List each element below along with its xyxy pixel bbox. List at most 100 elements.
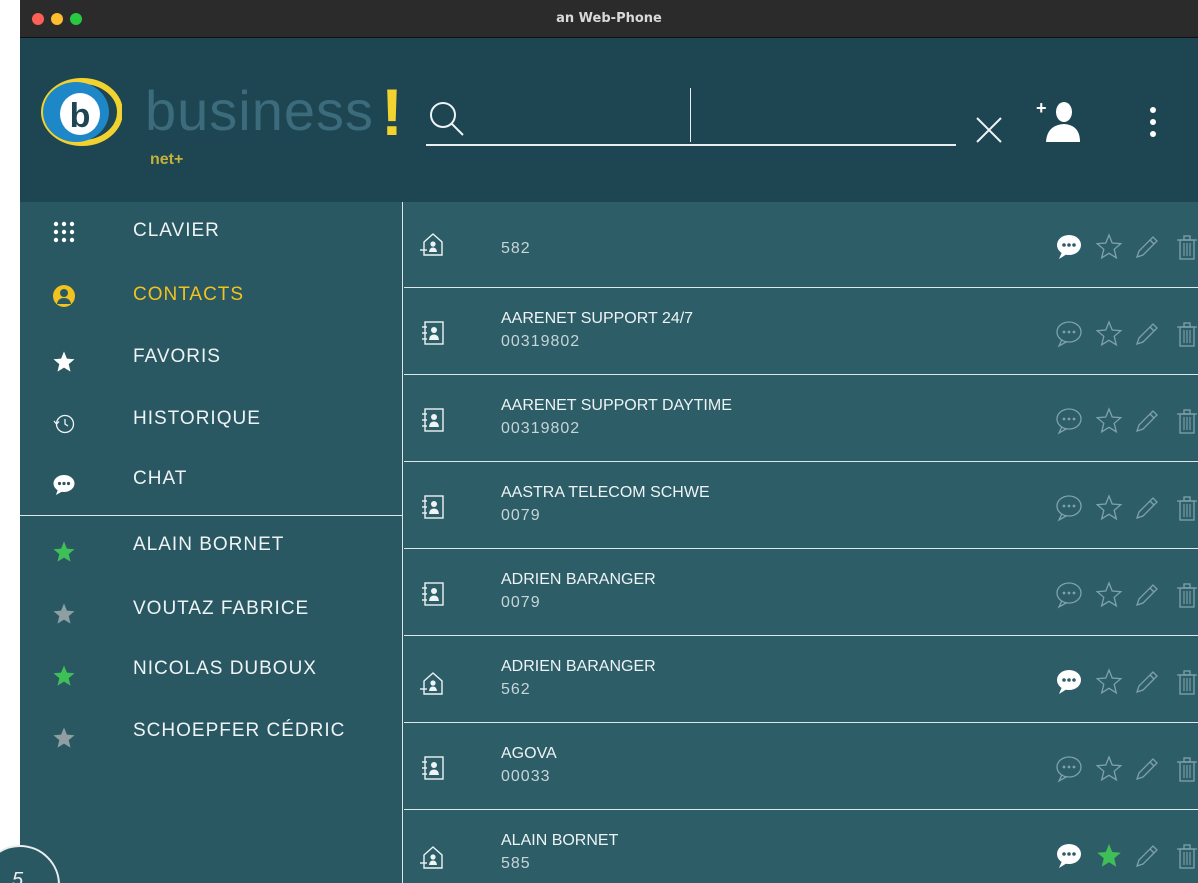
favorite-name: VOUTAZ FABRICE (133, 598, 310, 619)
contact-row[interactable]: AARENET SUPPORT DAYTIME 00319802 (404, 376, 1198, 462)
contacts-icon (53, 285, 75, 307)
contact-name: ALAIN BORNET (501, 832, 619, 849)
nav-item-clavier[interactable]: CLAVIER (20, 202, 402, 260)
row-actions (1054, 667, 1198, 697)
nav-item-chat[interactable]: CHAT (20, 450, 402, 508)
search-icon (430, 102, 464, 136)
contact-row[interactable]: ADRIEN BARANGER 562 (404, 637, 1198, 723)
app-header: b business ! net+ + (20, 38, 1198, 202)
directory-contact-icon (422, 756, 444, 780)
favorite-contact[interactable]: ALAIN BORNET (20, 520, 402, 578)
favorite-action-icon[interactable] (1094, 580, 1124, 610)
contact-name: AGOVA (501, 745, 557, 762)
chat-action-icon[interactable] (1054, 319, 1084, 349)
favorite-star-icon (53, 541, 75, 562)
favorite-contact[interactable]: SCHOEPFER CÉDRIC (20, 706, 402, 764)
favorite-action-icon[interactable] (1094, 493, 1124, 523)
delete-action-icon[interactable] (1172, 667, 1198, 697)
edit-action-icon[interactable] (1132, 667, 1162, 697)
contact-number: 00319802 (501, 420, 581, 437)
chat-icon (53, 475, 75, 495)
delete-action-icon[interactable] (1172, 493, 1198, 523)
row-actions (1054, 406, 1198, 436)
chat-action-icon[interactable] (1054, 493, 1084, 523)
favorite-contact[interactable]: NICOLAS DUBOUX (20, 644, 402, 702)
brand-logo-icon: b (41, 78, 122, 146)
nav-label: CHAT (133, 468, 188, 489)
favorite-action-icon[interactable] (1094, 841, 1124, 871)
contact-row[interactable]: AARENET SUPPORT 24/7 00319802 (404, 289, 1198, 375)
star-icon (53, 351, 75, 372)
favorite-action-icon[interactable] (1094, 667, 1124, 697)
edit-action-icon[interactable] (1132, 232, 1162, 262)
chat-action-icon[interactable] (1054, 667, 1084, 697)
contact-name: AARENET SUPPORT 24/7 (501, 310, 694, 327)
delete-action-icon[interactable] (1172, 319, 1198, 349)
contact-row[interactable]: ADRIEN BARANGER 0079 (404, 550, 1198, 636)
chat-action-icon[interactable] (1054, 754, 1084, 784)
delete-action-icon[interactable] (1172, 580, 1198, 610)
contact-row[interactable]: AGOVA 00033 (404, 724, 1198, 810)
contact-row[interactable]: AASTRA TELECOM SCHWE 0079 (404, 463, 1198, 549)
directory-contact-icon (422, 582, 444, 606)
edit-action-icon[interactable] (1132, 319, 1162, 349)
clear-search-icon[interactable] (974, 115, 1004, 145)
directory-contact-icon (422, 321, 444, 345)
internal-contact-icon (420, 672, 443, 695)
chat-action-icon[interactable] (1054, 406, 1084, 436)
contact-row[interactable]: 582 (404, 202, 1198, 288)
edit-action-icon[interactable] (1132, 406, 1162, 436)
nav-item-favoris[interactable]: FAVORIS (20, 326, 402, 384)
contact-number: 562 (501, 681, 531, 698)
delete-action-icon[interactable] (1172, 841, 1198, 871)
title-bar: an Web-Phone (20, 0, 1198, 38)
internal-contact-icon (420, 233, 443, 256)
favorite-action-icon[interactable] (1094, 754, 1124, 784)
contact-name: AASTRA TELECOM SCHWE (501, 484, 710, 501)
favorite-name: NICOLAS DUBOUX (133, 658, 317, 679)
row-actions (1054, 232, 1198, 262)
search-input[interactable] (476, 86, 956, 144)
chat-action-icon[interactable] (1054, 232, 1084, 262)
history-icon (53, 414, 75, 434)
favorite-action-icon[interactable] (1094, 406, 1124, 436)
contact-number: 0079 (501, 507, 541, 524)
brand-exclamation: ! (381, 75, 403, 149)
directory-contact-icon (422, 408, 444, 432)
sidebar: CLAVIER CONTACTS FAVORIS HISTORIQUE CHAT… (20, 202, 403, 883)
favorite-star-icon (53, 603, 75, 624)
favorite-star-icon (53, 665, 75, 686)
nav-item-historique[interactable]: HISTORIQUE (20, 388, 402, 446)
contact-row[interactable]: ALAIN BORNET 585 (404, 811, 1198, 883)
delete-action-icon[interactable] (1172, 754, 1198, 784)
row-actions (1054, 754, 1198, 784)
favorite-name: ALAIN BORNET (133, 534, 285, 555)
search-underline (426, 144, 956, 146)
row-actions (1054, 319, 1198, 349)
delete-action-icon[interactable] (1172, 406, 1198, 436)
favorite-action-icon[interactable] (1094, 319, 1124, 349)
delete-action-icon[interactable] (1172, 232, 1198, 262)
keypad-icon (53, 221, 75, 243)
chat-action-icon[interactable] (1054, 841, 1084, 871)
favorite-action-icon[interactable] (1094, 232, 1124, 262)
edit-action-icon[interactable] (1132, 493, 1162, 523)
contact-number: 00319802 (501, 333, 581, 350)
nav-item-contacts[interactable]: CONTACTS (20, 264, 402, 322)
text-cursor (690, 88, 691, 142)
more-menu-icon[interactable] (1143, 102, 1163, 142)
edit-action-icon[interactable] (1132, 580, 1162, 610)
edit-action-icon[interactable] (1132, 754, 1162, 784)
favorite-star-icon (53, 727, 75, 748)
favorite-contact[interactable]: VOUTAZ FABRICE (20, 582, 402, 640)
search-bar (426, 86, 956, 146)
row-actions (1054, 841, 1198, 871)
add-contact-icon[interactable]: + (1034, 98, 1080, 144)
sidebar-divider (20, 515, 402, 516)
svg-text:+: + (1036, 98, 1047, 118)
app-window: an Web-Phone b business ! net+ + CLAVIER… (20, 0, 1198, 883)
brand-subtitle: net+ (150, 151, 184, 168)
edit-action-icon[interactable] (1132, 841, 1162, 871)
contact-number: 582 (501, 240, 531, 257)
chat-action-icon[interactable] (1054, 580, 1084, 610)
